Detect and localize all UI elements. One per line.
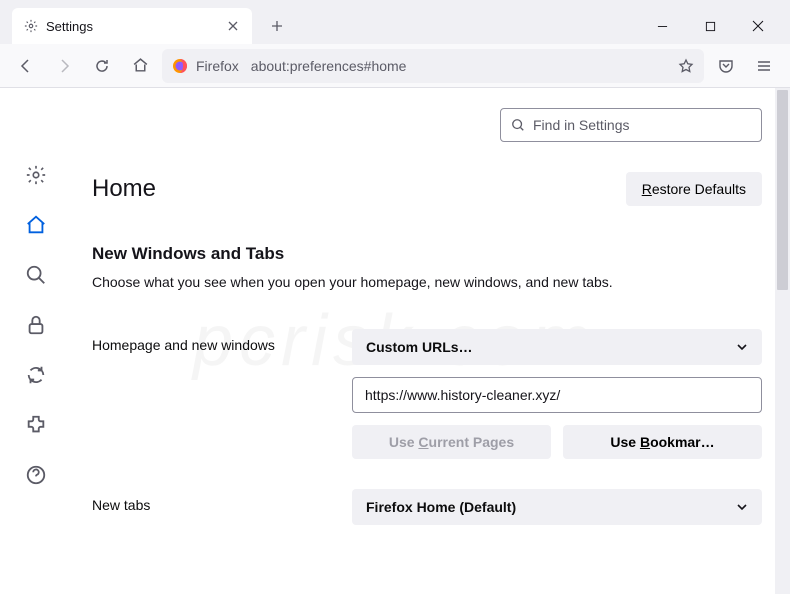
content-area: pcrisk.com Find in Settings [0, 88, 790, 594]
page-title: Home [92, 175, 156, 203]
home-button[interactable] [124, 50, 156, 82]
back-button[interactable] [10, 50, 42, 82]
url-bar[interactable]: Firefox about:preferences#home [162, 49, 704, 83]
restore-defaults-button[interactable]: Restore Defaults [626, 172, 762, 206]
sidebar-privacy-icon[interactable] [23, 312, 49, 338]
use-current-pages-button: Use Current Pages [352, 425, 551, 459]
homepage-url-input[interactable] [352, 377, 762, 413]
homepage-select-value: Custom URLs… [366, 339, 473, 355]
close-icon[interactable] [226, 19, 240, 33]
reload-button[interactable] [86, 50, 118, 82]
chevron-down-icon [736, 341, 748, 353]
sidebar-search-icon[interactable] [23, 262, 49, 288]
bookmark-star-icon[interactable] [678, 58, 694, 74]
url-text: about:preferences#home [251, 58, 670, 74]
newtabs-label: New tabs [92, 489, 352, 513]
sidebar-help-icon[interactable] [23, 462, 49, 488]
titlebar: Settings [0, 0, 790, 44]
sidebar-sync-icon[interactable] [23, 362, 49, 388]
gear-icon [24, 19, 38, 33]
homepage-label: Homepage and new windows [92, 329, 352, 353]
window-minimize-button[interactable] [638, 8, 686, 44]
browser-tab[interactable]: Settings [12, 8, 252, 44]
forward-button [48, 50, 80, 82]
sidebar-extensions-icon[interactable] [23, 412, 49, 438]
url-identity: Firefox [196, 58, 239, 74]
pocket-button[interactable] [710, 50, 742, 82]
section-description: Choose what you see when you open your h… [92, 272, 762, 293]
settings-sidebar [0, 88, 72, 594]
newtabs-select[interactable]: Firefox Home (Default) [352, 489, 762, 525]
firefox-icon [172, 58, 188, 74]
new-tab-button[interactable] [262, 11, 292, 41]
use-bookmark-button[interactable]: Use Bookmar… [563, 425, 762, 459]
find-in-settings-input[interactable]: Find in Settings [500, 108, 762, 142]
sidebar-home-icon[interactable] [23, 212, 49, 238]
window-maximize-button[interactable] [686, 8, 734, 44]
search-placeholder: Find in Settings [533, 117, 630, 133]
tab-title: Settings [46, 19, 226, 34]
search-icon [511, 118, 525, 132]
section-title: New Windows and Tabs [92, 244, 762, 264]
newtabs-select-value: Firefox Home (Default) [366, 499, 516, 515]
chevron-down-icon [736, 501, 748, 513]
sidebar-general-icon[interactable] [23, 162, 49, 188]
menu-button[interactable] [748, 50, 780, 82]
toolbar: Firefox about:preferences#home [0, 44, 790, 88]
window-close-button[interactable] [734, 8, 782, 44]
homepage-select[interactable]: Custom URLs… [352, 329, 762, 365]
